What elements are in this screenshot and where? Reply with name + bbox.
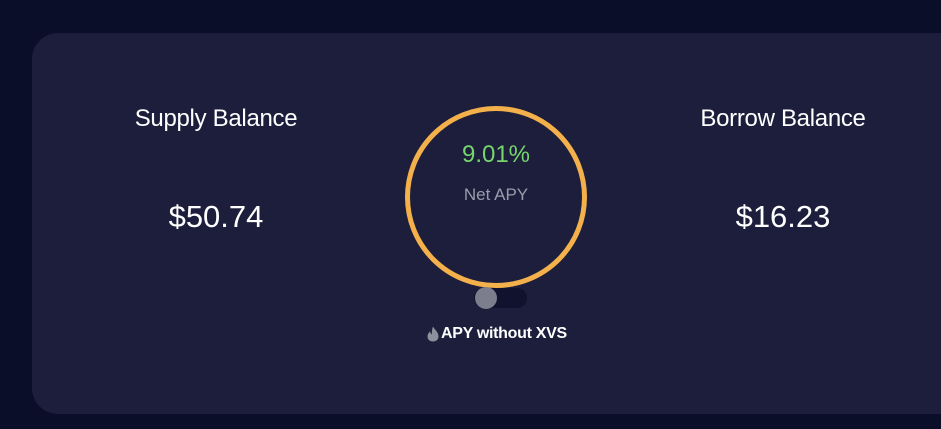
net-apy-ring: 9.01% Net APY — [405, 106, 587, 288]
apy-without-xvs-label: APY without XVS — [441, 325, 567, 342]
borrow-balance-value: $16.23 — [735, 199, 831, 234]
apy-without-xvs-toggle[interactable] — [474, 287, 527, 309]
net-apy-label: Net APY — [463, 185, 529, 204]
net-apy-value: 9.01% — [461, 141, 531, 168]
borrow-balance-label: Borrow Balance — [700, 105, 866, 132]
supply-balance-label: Supply Balance — [134, 105, 298, 132]
apy-without-xvs-row: APY without XVS — [427, 324, 567, 344]
supply-balance-value: $50.74 — [168, 199, 264, 234]
flame-icon — [427, 326, 439, 342]
toggle-knob[interactable] — [475, 287, 497, 309]
